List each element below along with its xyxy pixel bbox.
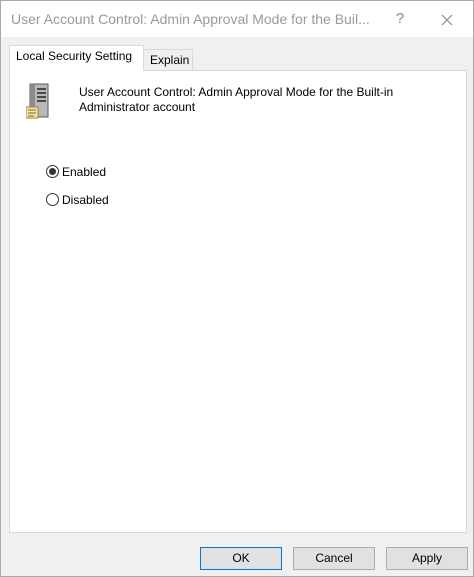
help-button[interactable]: ?	[385, 7, 415, 31]
ok-button[interactable]: OK	[200, 547, 282, 570]
window-title: User Account Control: Admin Approval Mod…	[11, 11, 370, 27]
properties-dialog: User Account Control: Admin Approval Mod…	[0, 0, 474, 577]
radio-disabled[interactable]: Disabled	[46, 191, 109, 209]
tab-local-security-setting[interactable]: Local Security Setting	[9, 45, 144, 71]
cancel-button[interactable]: Cancel	[293, 547, 375, 570]
title-bar[interactable]: User Account Control: Admin Approval Mod…	[1, 1, 473, 37]
tab-explain[interactable]: Explain	[143, 49, 193, 71]
radio-disabled-label: Disabled	[62, 193, 109, 207]
radio-enabled[interactable]: Enabled	[46, 163, 106, 181]
close-icon	[441, 14, 453, 26]
policy-title: User Account Control: Admin Approval Mod…	[79, 85, 394, 114]
radio-button-unchecked[interactable]	[46, 193, 59, 206]
radio-button-checked[interactable]	[46, 165, 59, 178]
server-policy-icon	[26, 83, 49, 119]
button-bar: OK Cancel Apply	[1, 537, 473, 576]
tab-panel: User Account Control: Admin Approval Mod…	[9, 70, 467, 533]
close-button[interactable]	[429, 7, 465, 31]
radio-enabled-label: Enabled	[62, 165, 107, 179]
apply-button[interactable]: Apply	[386, 547, 468, 570]
tab-strip: Local Security Setting Explain	[1, 37, 473, 71]
